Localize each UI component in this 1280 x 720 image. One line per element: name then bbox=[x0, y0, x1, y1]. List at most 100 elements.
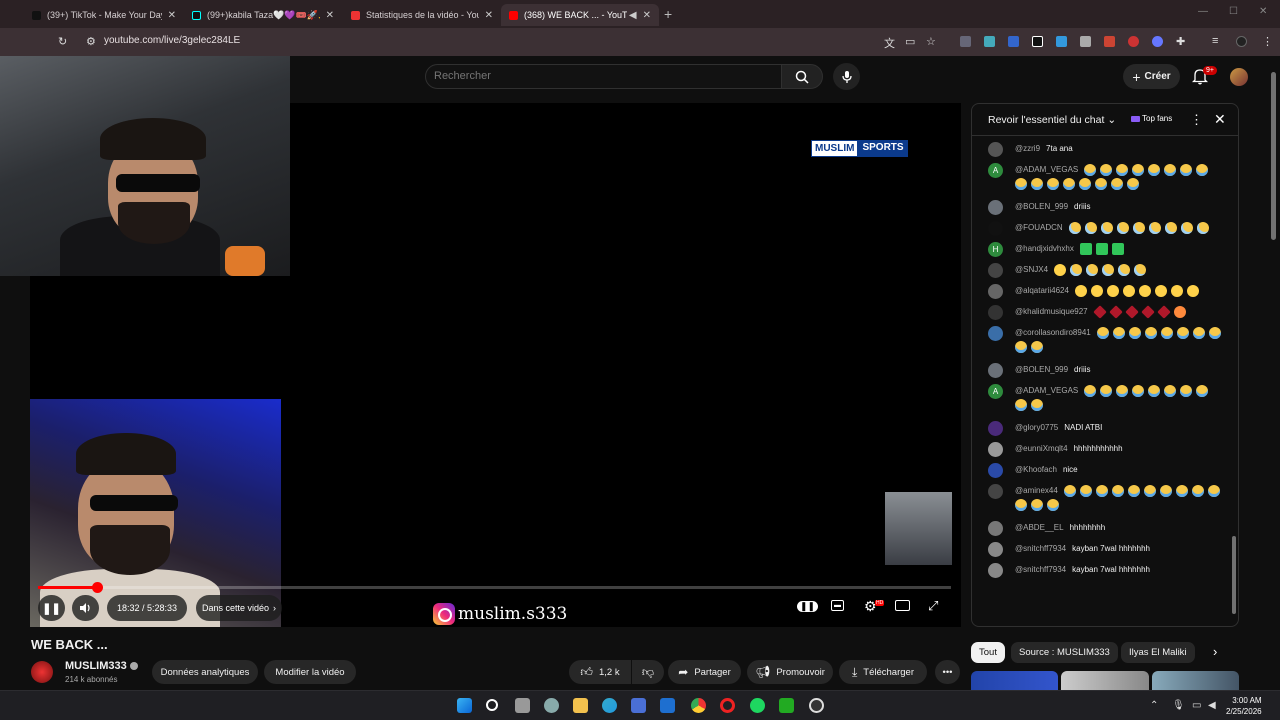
share-button[interactable]: ➦ Partager bbox=[668, 660, 741, 684]
chat-author-avatar[interactable]: A bbox=[988, 163, 1003, 178]
chrome-icon[interactable] bbox=[691, 698, 706, 713]
chat-author-avatar[interactable]: H bbox=[988, 242, 1003, 257]
window-close-icon[interactable]: ✕ bbox=[1259, 6, 1267, 17]
extension-icon[interactable] bbox=[1032, 36, 1043, 47]
chat-author-name[interactable]: @BOLEN_999 bbox=[1015, 365, 1068, 374]
filter-chip-person[interactable]: Ilyas El Maliki bbox=[1121, 642, 1195, 663]
chat-author-name[interactable]: @BOLEN_999 bbox=[1015, 202, 1068, 211]
extension-icon[interactable] bbox=[1056, 36, 1067, 47]
chat-author-avatar[interactable] bbox=[988, 563, 1003, 578]
chat-author-avatar[interactable] bbox=[988, 200, 1003, 215]
chat-author-name[interactable]: @handjxidvhxhx bbox=[1015, 244, 1074, 253]
autoplay-toggle-icon[interactable]: ❚❚ bbox=[797, 601, 819, 612]
browser-tab[interactable]: (39+) TikTok - Make Your Day ✕ bbox=[24, 4, 184, 26]
analytics-button[interactable]: Données analytiques bbox=[152, 660, 258, 684]
reading-list-icon[interactable]: ≡ bbox=[1212, 35, 1218, 47]
chat-author-name[interactable]: @eunniXmqlt4 bbox=[1015, 444, 1068, 453]
chat-author-avatar[interactable] bbox=[988, 221, 1003, 236]
edge-browser-icon[interactable] bbox=[602, 698, 617, 713]
pause-button[interactable]: ❚❚ bbox=[38, 595, 65, 621]
bookmark-star-icon[interactable]: ☆ bbox=[926, 35, 936, 48]
top-fans-button[interactable]: Top fans bbox=[1131, 114, 1172, 123]
store-app-icon[interactable] bbox=[631, 698, 646, 713]
obs-icon[interactable] bbox=[809, 698, 824, 713]
browser-tab[interactable]: Statistiques de la vidéo - YouTu ✕ bbox=[343, 4, 501, 26]
chat-author-name[interactable]: @glory0775 bbox=[1015, 423, 1058, 432]
settings-app-icon[interactable] bbox=[544, 698, 559, 713]
extension-icon[interactable] bbox=[1104, 36, 1115, 47]
search-button[interactable] bbox=[781, 64, 823, 89]
chat-message-list[interactable]: @zzri9 7ta ana A @ADAM_VEGAS @BOLEN_999 driii… bbox=[972, 138, 1234, 626]
translate-icon[interactable]: 文 bbox=[884, 35, 895, 51]
file-explorer-icon[interactable] bbox=[573, 698, 588, 713]
chat-author-avatar[interactable] bbox=[988, 263, 1003, 278]
extension-icon[interactable] bbox=[1080, 36, 1091, 47]
chat-author-name[interactable]: @ADAM_VEGAS bbox=[1015, 386, 1078, 395]
spotify-icon[interactable] bbox=[750, 698, 765, 713]
filter-chip-source[interactable]: Source : MUSLIM333 bbox=[1011, 642, 1118, 663]
browser-tab-active[interactable]: (368) WE BACK ... - YouTube ◀ ✕ bbox=[501, 4, 659, 26]
subtitles-icon[interactable]: ▬ bbox=[831, 600, 844, 611]
chat-more-icon[interactable]: ⋮ bbox=[1190, 112, 1203, 128]
account-avatar[interactable] bbox=[1230, 68, 1248, 86]
chat-author-avatar[interactable] bbox=[988, 521, 1003, 536]
chat-author-avatar[interactable] bbox=[988, 305, 1003, 320]
extension-icon[interactable] bbox=[984, 36, 995, 47]
task-view-icon[interactable] bbox=[515, 698, 530, 713]
in-video-button[interactable]: Dans cette vidéo › bbox=[196, 595, 282, 621]
chat-author-name[interactable]: @Khoofach bbox=[1015, 465, 1057, 474]
extension-icon[interactable] bbox=[960, 36, 971, 47]
more-actions-button[interactable]: ••• bbox=[935, 660, 960, 684]
edit-video-button[interactable]: Modifier la vidéo bbox=[264, 660, 356, 684]
chat-author-name[interactable]: @aminex44 bbox=[1015, 486, 1058, 495]
network-icon[interactable]: ▭ bbox=[1192, 700, 1201, 711]
chat-author-name[interactable]: @khalidmusique927 bbox=[1015, 307, 1088, 316]
filter-chip-all[interactable]: Tout bbox=[971, 642, 1005, 663]
download-button[interactable]: ⤓ Télécharger bbox=[839, 660, 927, 684]
chat-mode-dropdown[interactable]: Revoir l'essentiel du chat ⌄ bbox=[988, 114, 1116, 126]
close-tab-icon[interactable]: ✕ bbox=[485, 10, 493, 21]
page-scrollbar[interactable] bbox=[1271, 72, 1276, 240]
browser-tab[interactable]: (99+)kabila Taza🤍💜🎟️🚀🌙 ✕ bbox=[184, 4, 342, 26]
chat-author-avatar[interactable] bbox=[988, 542, 1003, 557]
chat-author-avatar[interactable] bbox=[988, 326, 1003, 341]
outlook-icon[interactable] bbox=[660, 698, 675, 713]
related-video-thumbnail[interactable] bbox=[1061, 671, 1149, 690]
dislike-button[interactable]: 👎︎ bbox=[632, 660, 664, 684]
chat-close-icon[interactable]: ✕ bbox=[1214, 111, 1226, 128]
chat-scrollbar[interactable] bbox=[1232, 536, 1236, 614]
maximize-icon[interactable]: ☐ bbox=[1229, 6, 1238, 17]
close-tab-icon[interactable]: ✕ bbox=[326, 10, 334, 21]
windows-start-icon[interactable] bbox=[457, 698, 472, 713]
theater-mode-icon[interactable] bbox=[895, 600, 910, 611]
close-tab-icon[interactable]: ✕ bbox=[168, 10, 176, 21]
chat-author-name[interactable]: @ADAM_VEGAS bbox=[1015, 165, 1078, 174]
volume-tray-icon[interactable]: ◀ bbox=[1208, 700, 1216, 711]
browser-menu-icon[interactable]: ⋮ bbox=[1262, 35, 1273, 48]
chat-author-name[interactable]: @FOUADCN bbox=[1015, 223, 1063, 232]
opera-icon[interactable] bbox=[720, 698, 735, 713]
chat-author-name[interactable]: @corollasondiro8941 bbox=[1015, 328, 1091, 337]
chevron-right-icon[interactable]: › bbox=[1213, 644, 1217, 659]
close-tab-icon[interactable]: ✕ bbox=[643, 10, 651, 21]
search-input[interactable] bbox=[434, 70, 764, 82]
progress-bar[interactable] bbox=[38, 582, 951, 593]
chat-author-name[interactable]: @SNJX4 bbox=[1015, 265, 1048, 274]
extension-icon[interactable] bbox=[1152, 36, 1163, 47]
chat-author-avatar[interactable] bbox=[988, 363, 1003, 378]
fullscreen-icon[interactable]: ⤢ bbox=[928, 598, 938, 614]
create-button[interactable]: + Créer bbox=[1123, 64, 1180, 89]
promote-button[interactable]: 📢︎ Promouvoir bbox=[747, 660, 833, 684]
new-tab-icon[interactable]: + bbox=[664, 6, 672, 22]
chat-author-avatar[interactable]: A bbox=[988, 384, 1003, 399]
related-video-thumbnail[interactable] bbox=[1152, 671, 1239, 690]
chat-author-name[interactable]: @alqatarii4624 bbox=[1015, 286, 1069, 295]
like-button[interactable]: 👍︎ 1,2 k bbox=[569, 660, 631, 684]
taskbar-search-icon[interactable] bbox=[486, 699, 498, 711]
chat-author-avatar[interactable] bbox=[988, 442, 1003, 457]
chat-author-name[interactable]: @ABDE__EL bbox=[1015, 523, 1064, 532]
chat-author-avatar[interactable] bbox=[988, 484, 1003, 499]
extension-icon[interactable] bbox=[1008, 36, 1019, 47]
chat-author-avatar[interactable] bbox=[988, 142, 1003, 157]
channel-name[interactable]: MUSLIM333 bbox=[65, 660, 138, 672]
